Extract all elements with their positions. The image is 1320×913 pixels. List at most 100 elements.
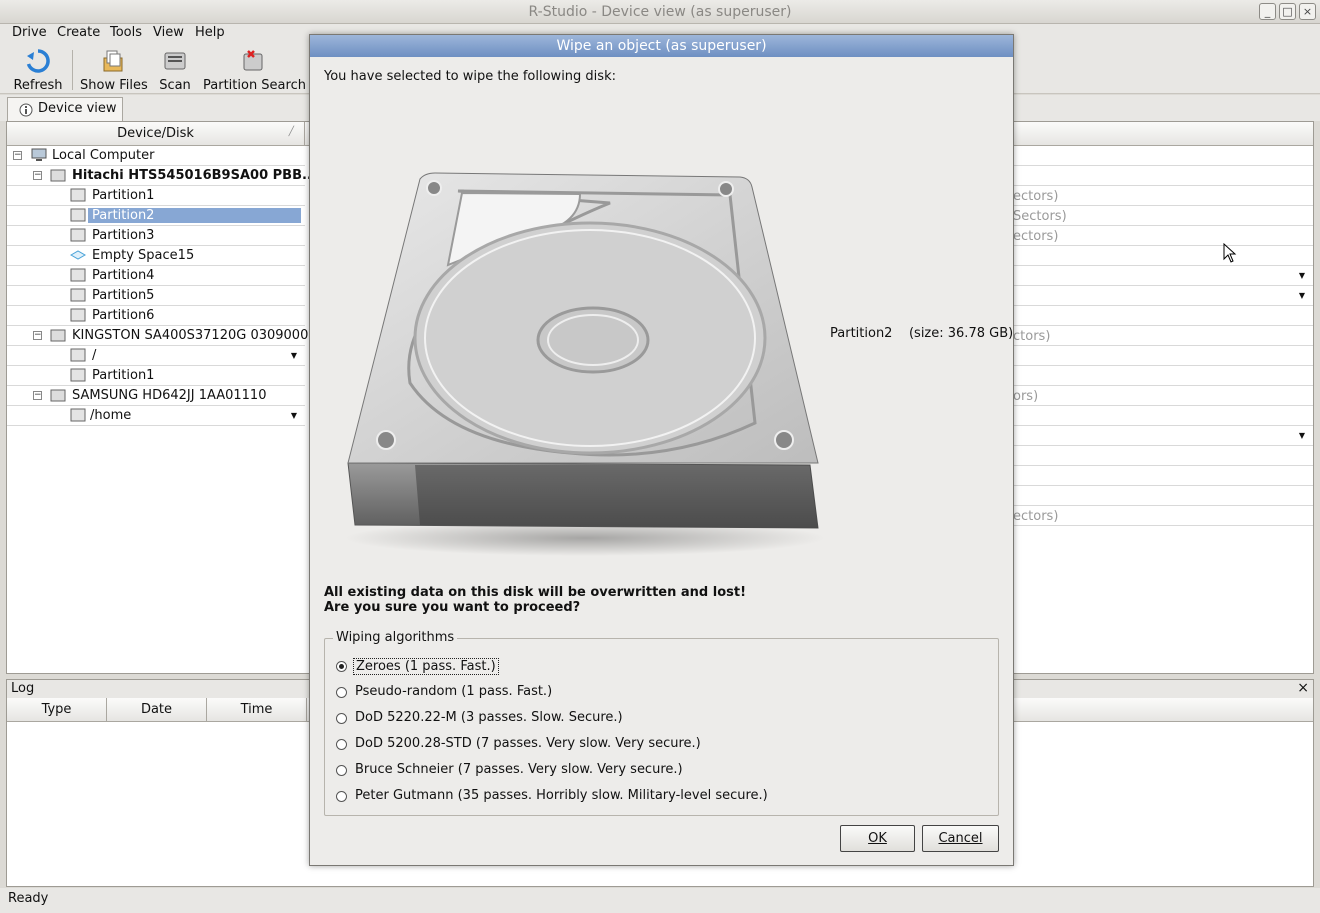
algorithm-label: DoD 5220.22-M (3 passes. Slow. Secure.) xyxy=(355,710,623,725)
tree-row-partition1[interactable]: Partition1 xyxy=(7,186,305,206)
ok-button[interactable]: OK xyxy=(840,825,915,852)
radio-icon[interactable] xyxy=(336,739,347,750)
tab-device-view[interactable]: Device view xyxy=(7,97,123,121)
menu-help[interactable]: Help xyxy=(195,25,225,40)
show-files-label: Show Files xyxy=(80,78,148,93)
refresh-label: Refresh xyxy=(13,78,63,93)
tree-row-partition4[interactable]: Partition4 xyxy=(7,266,305,286)
details-row xyxy=(1013,366,1313,386)
partition-icon xyxy=(70,368,86,382)
cancel-button[interactable]: Cancel xyxy=(922,825,999,852)
status-bar: Ready xyxy=(0,888,1320,913)
details-row xyxy=(1013,306,1313,326)
details-row: ectors) xyxy=(1013,506,1313,526)
radio-icon[interactable] xyxy=(336,765,347,776)
scan-button[interactable]: Scan xyxy=(156,46,194,93)
log-title: Log xyxy=(11,681,35,696)
algorithm-label: Bruce Schneier (7 passes. Very slow. Ver… xyxy=(355,762,683,777)
selected-partition-info: Partition2 (size: 36.78 GB) xyxy=(830,326,1014,341)
mouse-cursor-icon xyxy=(1223,243,1237,263)
ok-label: OK xyxy=(868,831,887,846)
tree-label: Empty Space15 xyxy=(92,248,195,263)
tree-row-partition3[interactable]: Partition3 xyxy=(7,226,305,246)
tree-row-root-volume[interactable]: / ▼ xyxy=(7,346,305,366)
algorithm-label: DoD 5200.28-STD (7 passes. Very slow. Ve… xyxy=(355,736,701,751)
menu-drive[interactable]: Drive xyxy=(12,25,47,40)
tree-row-kingston[interactable]: − KINGSTON SA400S37120G 03090005 xyxy=(7,326,317,346)
dropdown-arrow-icon[interactable]: ▼ xyxy=(291,411,297,420)
scan-icon xyxy=(164,52,186,70)
device-disk-header-label: Device/Disk xyxy=(117,126,194,141)
tree-label: Partition2 xyxy=(88,208,301,223)
disk-icon xyxy=(50,389,66,402)
refresh-button[interactable]: Refresh xyxy=(10,46,66,93)
menu-create[interactable]: Create xyxy=(57,25,100,40)
details-row xyxy=(1013,146,1313,166)
radio-icon[interactable] xyxy=(336,791,347,802)
close-log-icon[interactable]: × xyxy=(1297,680,1309,696)
dialog-intro: You have selected to wipe the following … xyxy=(324,69,616,84)
close-window-button[interactable]: × xyxy=(1299,3,1316,20)
details-row xyxy=(1013,166,1313,186)
show-files-button[interactable]: Show Files xyxy=(80,46,148,93)
details-row xyxy=(1013,446,1313,466)
partition-icon xyxy=(70,308,86,322)
details-row xyxy=(1013,466,1313,486)
algorithm-label: Peter Gutmann (35 passes. Horribly slow.… xyxy=(355,788,768,803)
menu-tools[interactable]: Tools xyxy=(110,25,142,40)
tree-label: / xyxy=(92,348,97,363)
log-col-date[interactable]: Date xyxy=(107,698,207,722)
radio-icon[interactable] xyxy=(336,713,347,724)
details-row: ▼ xyxy=(1013,426,1313,446)
group-label: Wiping algorithms xyxy=(333,630,458,645)
device-disk-header[interactable]: Device/Disk ╱ xyxy=(7,122,305,146)
tree-row-hitachi[interactable]: − Hitachi HTS545016B9SA00 PBB... xyxy=(7,166,317,186)
wiping-algorithms-group: Wiping algorithms Zeroes (1 pass. Fast.)… xyxy=(324,630,999,816)
tree-label: Local Computer xyxy=(52,148,155,163)
tab-device-view-label: Device view xyxy=(38,101,117,116)
details-row: ▼ xyxy=(1013,286,1313,306)
window-title: R-Studio - Device view (as superuser) xyxy=(528,4,792,20)
tree-label: Partition1 xyxy=(92,188,155,203)
disk-icon xyxy=(50,329,66,342)
menu-view[interactable]: View xyxy=(153,25,184,40)
maximize-button[interactable]: □ xyxy=(1279,3,1296,20)
partition-search-label: Partition Search xyxy=(203,78,306,93)
dropdown-arrow-icon[interactable]: ▼ xyxy=(291,351,297,360)
window-titlebar: R-Studio - Device view (as superuser) _ … xyxy=(0,0,1320,24)
dropdown-arrow-icon[interactable]: ▼ xyxy=(1299,431,1305,440)
tree-row-empty-space[interactable]: Empty Space15 xyxy=(7,246,305,266)
tree-row-samsung[interactable]: − SAMSUNG HD642JJ 1AA01110 xyxy=(7,386,305,406)
empty-space-icon xyxy=(70,250,86,260)
algorithm-label: Pseudo-random (1 pass. Fast.) xyxy=(355,684,553,699)
tree-row-partition2[interactable]: Partition2 xyxy=(7,206,305,226)
partition-icon xyxy=(70,228,86,242)
radio-icon[interactable] xyxy=(336,687,347,698)
tree-row-local-computer[interactable]: − Local Computer xyxy=(7,146,305,166)
wipe-dialog: Wipe an object (as superuser) You have s… xyxy=(309,34,1014,866)
tree-row-home-volume[interactable]: /home ▼ xyxy=(7,406,305,426)
log-col-type[interactable]: Type xyxy=(7,698,107,722)
show-files-icon xyxy=(103,50,123,72)
details-row: Sectors) xyxy=(1013,206,1313,226)
dropdown-arrow-icon[interactable]: ▼ xyxy=(1299,291,1305,300)
collapse-icon: − xyxy=(33,390,42,400)
details-row xyxy=(1013,346,1313,366)
dropdown-arrow-icon[interactable]: ▼ xyxy=(1299,271,1305,280)
tree-row-partition5[interactable]: Partition5 xyxy=(7,286,305,306)
radio-selected-icon[interactable] xyxy=(336,661,347,672)
partition-search-button[interactable]: Partition Search xyxy=(203,46,306,93)
partition-icon xyxy=(70,188,86,202)
details-row: ectors) xyxy=(1013,186,1313,206)
minimize-button[interactable]: _ xyxy=(1259,3,1276,20)
refresh-icon xyxy=(26,49,50,73)
log-col-time[interactable]: Time xyxy=(207,698,307,722)
computer-icon xyxy=(31,148,47,161)
tree-label: /home xyxy=(90,408,132,423)
tree-row-partition6[interactable]: Partition6 xyxy=(7,306,305,326)
details-row: ctors) xyxy=(1013,326,1313,346)
tree-row-kingston-partition1[interactable]: Partition1 xyxy=(7,366,305,386)
tree-label: Partition5 xyxy=(92,288,155,303)
device-tree: − Local Computer − Hitachi HTS545016B9SA… xyxy=(7,146,317,426)
warning-text: All existing data on this disk will be o… xyxy=(324,585,746,615)
